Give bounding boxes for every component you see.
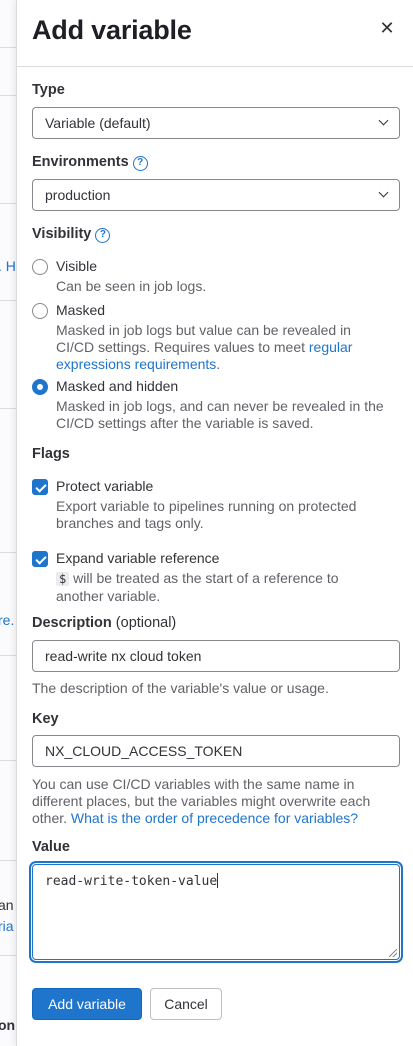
protect-variable-title: Protect variable (56, 478, 154, 494)
background-divider (0, 203, 16, 204)
description-label: Description (optional) (32, 615, 176, 631)
masked-option-help: Masked in job logs but value can be reve… (56, 322, 386, 373)
header-divider (17, 66, 413, 67)
visibility-label: Visibility? (32, 226, 111, 243)
precedence-link[interactable]: What is the order of precedence for vari… (71, 810, 358, 826)
protect-variable-help: Export variable to pipelines running on … (56, 498, 357, 531)
value-label: Value (32, 839, 70, 855)
key-input[interactable]: NX_CLOUD_ACCESS_TOKEN (32, 735, 400, 767)
drawer-title: Add variable (32, 15, 192, 45)
masked-hidden-radio[interactable] (32, 379, 48, 395)
close-icon[interactable]: ✕ (375, 16, 399, 40)
environments-label: Environments? (32, 154, 148, 171)
masked-radio[interactable] (32, 303, 48, 319)
add-variable-button[interactable]: Add variable (32, 988, 142, 1020)
visible-radio[interactable] (32, 259, 48, 275)
background-text-fragment: ria (0, 918, 14, 934)
key-label: Key (32, 711, 59, 727)
background-divider (0, 860, 16, 861)
add-variable-drawer: Add variable ✕ Type Variable (default) E… (16, 0, 413, 1046)
chevron-down-icon (378, 187, 389, 198)
visibility-label-text: Visibility (32, 226, 92, 242)
background-divider (0, 95, 16, 96)
masked-hidden-option-title: Masked and hidden (56, 378, 179, 394)
text-caret (217, 873, 219, 888)
background-page: . H re. an ria onn (0, 0, 16, 1046)
background-text-fragment: an (0, 897, 14, 913)
description-help: The description of the variable's value … (32, 680, 329, 696)
background-text-fragment: re. (0, 612, 15, 628)
value-textarea[interactable]: read-write-token-value (32, 864, 400, 960)
dollar-code: $ (56, 572, 70, 586)
key-help: You can use CI/CD variables with the sam… (32, 776, 402, 827)
background-text-fragment: . H (0, 258, 16, 274)
masked-hidden-option-help: Masked in job logs, and can never be rev… (56, 398, 384, 431)
environments-label-text: Environments (32, 154, 129, 170)
expand-variable-help: $ will be treated as the start of a refe… (56, 570, 386, 605)
description-label-text: Description (32, 615, 112, 631)
description-input[interactable]: read-write nx cloud token (32, 640, 400, 672)
background-divider (0, 47, 16, 48)
masked-option-title: Masked (56, 302, 106, 318)
masked-help-period: . (216, 356, 221, 372)
background-text-fragment: onn (0, 1017, 16, 1033)
visible-option-title: Visible (56, 258, 97, 274)
question-circle-icon[interactable]: ? (95, 228, 111, 243)
cancel-button[interactable]: Cancel (150, 988, 222, 1020)
background-divider (0, 955, 16, 956)
protect-variable-checkbox[interactable] (32, 479, 48, 495)
description-optional: (optional) (115, 615, 177, 631)
flags-label: Flags (32, 446, 70, 462)
type-label: Type (32, 82, 65, 98)
environments-select-value: production (45, 187, 111, 203)
visible-option-help: Can be seen in job logs. (56, 278, 207, 294)
masked-help-text: Masked in job logs but value can be reve… (56, 322, 351, 355)
expand-variable-title: Expand variable reference (56, 550, 220, 566)
resize-handle-icon[interactable] (389, 949, 397, 957)
background-divider (0, 300, 16, 301)
background-divider (0, 408, 16, 409)
expand-variable-checkbox[interactable] (32, 551, 48, 567)
background-divider (0, 760, 16, 761)
question-circle-icon[interactable]: ? (132, 156, 148, 171)
background-divider (0, 552, 16, 553)
expand-help-text: will be treated as the start of a refere… (56, 570, 339, 604)
background-divider (0, 655, 16, 656)
type-select[interactable]: Variable (default) (32, 107, 400, 139)
environments-select[interactable]: production (32, 179, 400, 211)
type-select-value: Variable (default) (45, 115, 151, 131)
chevron-down-icon (378, 115, 389, 126)
value-text: read-write-token-value (45, 874, 218, 889)
